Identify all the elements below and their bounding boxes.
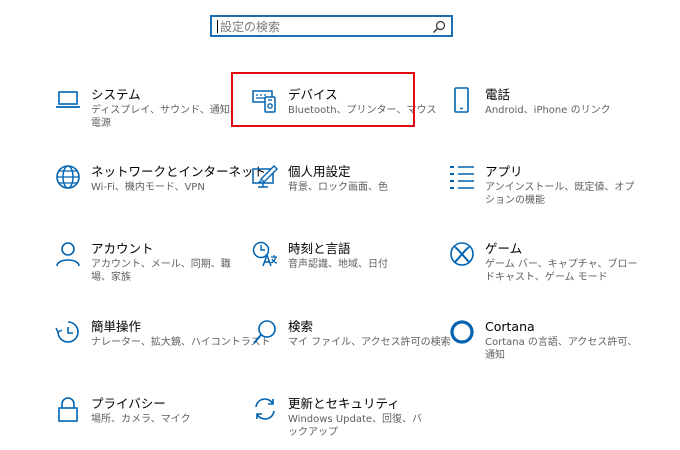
tile-personalization[interactable]: 個人用設定 背景、ロック画面、色: [252, 164, 442, 218]
tile-desc: Android、iPhone のリンク: [485, 105, 611, 116]
xbox-icon: [449, 241, 475, 267]
magnifier-icon: [252, 319, 278, 345]
tile-desc: Cortana の言語、アクセス許可、通知: [485, 337, 638, 361]
text-caret: [217, 20, 218, 33]
time-language-icon: [252, 241, 278, 267]
tile-system[interactable]: システム ディスプレイ、サウンド、通知、電源: [55, 87, 245, 141]
search-box[interactable]: 設定の検索: [210, 15, 453, 37]
tile-desc: ナレーター、拡大鏡、ハイコントラスト: [91, 337, 271, 348]
tile-desc: アンインストール、既定値、オプションの機能: [485, 182, 635, 206]
laptop-icon: [55, 87, 81, 113]
refresh-icon: [252, 396, 278, 422]
tile-desc: マイ ファイル、アクセス許可の検索: [288, 337, 451, 348]
tile-title: 更新とセキュリティ: [288, 396, 400, 411]
tile-title: アプリ: [485, 164, 523, 179]
tile-title: システム: [91, 87, 141, 102]
tile-title: 電話: [485, 87, 511, 102]
tile-desc: 背景、ロック画面、色: [288, 182, 388, 193]
tile-ease-of-access[interactable]: 簡単操作 ナレーター、拡大鏡、ハイコントラスト: [55, 319, 271, 373]
tile-gaming[interactable]: ゲーム ゲーム バー、キャプチャ、ブロードキャスト、ゲーム モード: [449, 241, 639, 295]
tile-title: 個人用設定: [288, 164, 351, 179]
lock-icon: [55, 396, 81, 422]
tile-apps[interactable]: アプリ アンインストール、既定値、オプションの機能: [449, 164, 639, 218]
search-placeholder: 設定の検索: [220, 20, 281, 34]
tile-accounts[interactable]: アカウント アカウント、メール、同期、職場、家族: [55, 241, 245, 295]
tile-desc: Windows Update、回復、バックアップ: [288, 414, 423, 438]
phone-icon: [449, 87, 475, 113]
tile-network[interactable]: ネットワークとインターネット Wi-Fi、機内モード、VPN: [55, 164, 266, 218]
tile-cortana[interactable]: Cortana Cortana の言語、アクセス許可、通知: [449, 319, 639, 373]
tile-desc: 音声認識、地域、日付: [288, 259, 388, 270]
tile-title: アカウント: [91, 241, 154, 256]
tile-update-security[interactable]: 更新とセキュリティ Windows Update、回復、バックアップ: [252, 396, 442, 450]
tile-phone[interactable]: 電話 Android、iPhone のリンク: [449, 87, 639, 141]
globe-icon: [55, 164, 81, 190]
paint-brush-screen-icon: [252, 164, 278, 190]
tile-title: 検索: [288, 319, 314, 334]
tile-title: Cortana: [485, 319, 535, 334]
tile-title: 簡単操作: [91, 319, 142, 334]
tile-desc: ゲーム バー、キャプチャ、ブロードキャスト、ゲーム モード: [485, 259, 638, 283]
ease-of-access-icon: [55, 319, 81, 345]
keyboard-device-icon: [252, 87, 278, 113]
tile-desc: Bluetooth、プリンター、マウス: [288, 105, 437, 116]
tile-privacy[interactable]: プライバシー 場所、カメラ、マイク: [55, 396, 245, 450]
tile-title: 時刻と言語: [288, 241, 351, 256]
app-list-icon: [449, 164, 475, 190]
tile-desc: アカウント、メール、同期、職場、家族: [91, 259, 231, 283]
tile-desc: 場所、カメラ、マイク: [91, 414, 191, 425]
person-icon: [55, 241, 81, 267]
cortana-ring-icon: [449, 319, 475, 345]
tile-devices[interactable]: デバイス Bluetooth、プリンター、マウス: [252, 87, 442, 141]
tile-title: ネットワークとインターネット: [91, 164, 267, 179]
tile-search[interactable]: 検索 マイ ファイル、アクセス許可の検索: [252, 319, 451, 373]
search-icon[interactable]: [432, 19, 446, 33]
tile-title: プライバシー: [91, 396, 166, 411]
tile-time-language[interactable]: 時刻と言語 音声認識、地域、日付: [252, 241, 442, 295]
tile-title: デバイス: [288, 87, 338, 102]
tile-desc: Wi-Fi、機内モード、VPN: [91, 182, 205, 193]
tile-title: ゲーム: [485, 241, 523, 256]
tile-desc: ディスプレイ、サウンド、通知、電源: [91, 105, 240, 129]
